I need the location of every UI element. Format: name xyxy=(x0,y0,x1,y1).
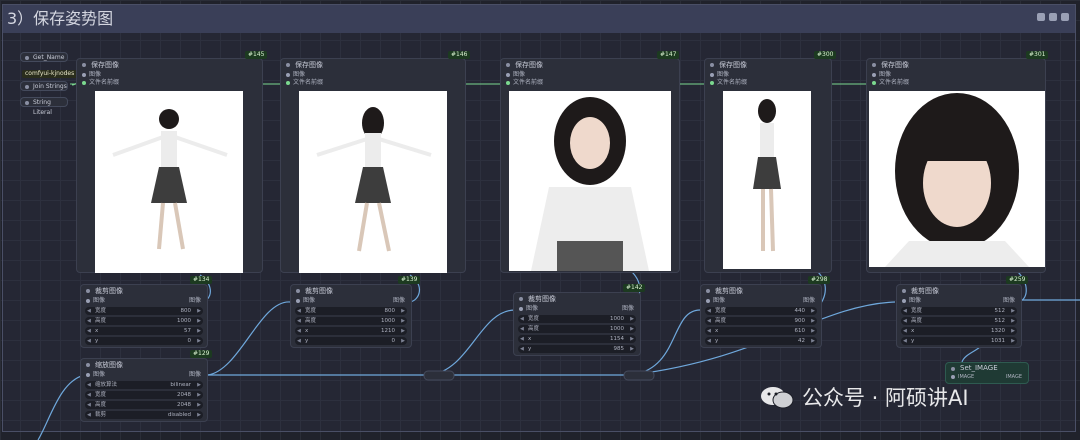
crop-image-node-4[interactable]: 裁剪图像 图像图像 宽度440 高度900 x610 y42 xyxy=(700,284,822,348)
image-wire xyxy=(37,374,86,440)
node-id-badge: #142 xyxy=(623,284,646,292)
image-port[interactable]: 图像 图像 xyxy=(81,297,207,305)
height-widget[interactable]: 高度2048 xyxy=(85,401,203,409)
node-id-badge: #300 xyxy=(814,51,837,59)
upscale-image-node[interactable]: 缩放图像 图像图像 缩放算法bilinear 宽度2048 高度2048 裁剪d… xyxy=(80,358,208,422)
node-id-badge: #298 xyxy=(808,276,831,284)
method-widget[interactable]: 缩放算法bilinear xyxy=(85,381,203,389)
image-port[interactable]: 图像 图像 xyxy=(291,297,411,305)
node-title: 裁剪图像 xyxy=(514,293,640,305)
image-input-port[interactable]: 图像 xyxy=(867,71,1045,79)
node-id-badge: #259 xyxy=(1006,276,1029,284)
node-title: 裁剪图像 xyxy=(701,285,821,297)
reroute-node xyxy=(623,370,655,381)
x-widget[interactable]: x1154 xyxy=(518,335,636,343)
node-title: 保存图像 xyxy=(77,59,262,71)
node-id-badge: #129 xyxy=(190,350,213,358)
filename-input-port[interactable]: 文件名前缀 xyxy=(77,79,262,87)
preview-image-half-body xyxy=(509,91,671,271)
figure-a-pose-front xyxy=(112,109,228,250)
node-title: 保存图像 xyxy=(867,59,1045,71)
image-port[interactable]: 图像 图像 xyxy=(81,371,207,379)
watermark-text: 公众号 · 阿硕讲AI xyxy=(802,386,969,410)
get-name-node[interactable]: Get_Name xyxy=(20,52,68,62)
y-widget[interactable]: y0 xyxy=(295,337,407,345)
node-title: 裁剪图像 xyxy=(81,285,207,297)
node-title: 裁剪图像 xyxy=(291,285,411,297)
node-title: 保存图像 xyxy=(281,59,465,71)
height-widget[interactable]: 高度900 xyxy=(705,317,817,325)
image-input-port[interactable]: 图像 xyxy=(281,71,465,79)
node-id-badge: #134 xyxy=(190,276,213,284)
save-image-node-4[interactable]: 保存图像 图像 文件名前缀 xyxy=(704,58,832,273)
x-widget[interactable]: x1210 xyxy=(295,327,407,335)
node-title: 裁剪图像 xyxy=(897,285,1021,297)
y-widget[interactable]: y0 xyxy=(85,337,203,345)
height-widget[interactable]: 高度1000 xyxy=(85,317,203,325)
y-widget[interactable]: y985 xyxy=(518,345,636,353)
node-id-badge: #145 xyxy=(245,51,268,59)
node-title: Set_IMAGE xyxy=(946,363,1028,373)
figure-portrait xyxy=(885,93,1029,267)
image-port[interactable]: 图像 图像 xyxy=(514,305,640,313)
image-input-port[interactable]: 图像 xyxy=(705,71,831,79)
wechat-icon xyxy=(760,385,794,409)
string-literal-node[interactable]: String Literal xyxy=(20,97,68,116)
watermark: 公众号 · 阿硕讲AI xyxy=(760,382,969,412)
crop-image-node-3[interactable]: 裁剪图像 图像图像 宽度1000 高度1000 x1154 y985 xyxy=(513,292,641,356)
node-id-badge: #147 xyxy=(657,51,680,59)
image-port[interactable]: IMAGE IMAGE xyxy=(946,373,1028,381)
filename-input-port[interactable]: 文件名前缀 xyxy=(705,79,831,87)
join-strings-node[interactable]: Join Strings xyxy=(20,81,68,91)
preview-image-a-pose-front xyxy=(95,91,243,273)
image-wire xyxy=(207,301,291,376)
save-image-node-1[interactable]: 保存图像 图像 文件名前缀 xyxy=(76,58,263,273)
filename-input-port[interactable]: 文件名前缀 xyxy=(281,79,465,87)
image-port[interactable]: 图像 图像 xyxy=(897,297,1021,305)
x-widget[interactable]: x57 xyxy=(85,327,203,335)
figure-a-pose-back xyxy=(316,107,432,252)
x-widget[interactable]: x1320 xyxy=(901,327,1017,335)
x-widget[interactable]: x610 xyxy=(705,327,817,335)
preview-image-a-pose-back xyxy=(299,91,447,273)
crop-image-node-5[interactable]: 裁剪图像 图像图像 宽度512 高度512 x1320 y1031 xyxy=(896,284,1022,348)
crop-widget[interactable]: 裁剪disabled xyxy=(85,411,203,419)
crop-image-node-1[interactable]: 裁剪图像 图像图像 宽度800 高度1000 x57 y0 xyxy=(80,284,208,348)
width-widget[interactable]: 宽度800 xyxy=(295,307,407,315)
y-widget[interactable]: y42 xyxy=(705,337,817,345)
width-widget[interactable]: 宽度800 xyxy=(85,307,203,315)
height-widget[interactable]: 高度1000 xyxy=(295,317,407,325)
node-title: 保存图像 xyxy=(705,59,831,71)
node-id-badge: #146 xyxy=(448,51,471,59)
figure-full-body xyxy=(753,99,781,252)
save-image-node-5[interactable]: 保存图像 图像 文件名前缀 xyxy=(866,58,1046,273)
y-widget[interactable]: y1031 xyxy=(901,337,1017,345)
crop-image-node-2[interactable]: 裁剪图像 图像图像 宽度800 高度1000 x1210 y0 xyxy=(290,284,412,348)
save-image-node-2[interactable]: 保存图像 图像 文件名前缀 xyxy=(280,58,466,273)
height-widget[interactable]: 高度512 xyxy=(901,317,1017,325)
image-wire xyxy=(429,309,516,376)
image-port[interactable]: 图像 图像 xyxy=(701,297,821,305)
height-widget[interactable]: 高度1000 xyxy=(518,325,636,333)
width-widget[interactable]: 宽度2048 xyxy=(85,391,203,399)
image-input-port[interactable]: 图像 xyxy=(77,71,262,79)
reroute-node xyxy=(423,370,455,381)
width-widget[interactable]: 宽度440 xyxy=(705,307,817,315)
set-image-node[interactable]: Set_IMAGE IMAGE IMAGE xyxy=(945,362,1029,384)
figure-half-body xyxy=(531,97,649,271)
preview-image-full-body xyxy=(723,91,811,269)
node-title: 缩放图像 xyxy=(81,359,207,371)
width-widget[interactable]: 宽度512 xyxy=(901,307,1017,315)
preview-image-portrait xyxy=(869,91,1045,267)
save-image-node-3[interactable]: 保存图像 图像 文件名前缀 xyxy=(500,58,680,273)
node-id-badge: #301 xyxy=(1026,51,1049,59)
kjnodes-tag: comfyui-kjnodes xyxy=(22,70,78,78)
filename-input-port[interactable]: 文件名前缀 xyxy=(867,79,1045,87)
node-id-badge: #139 xyxy=(398,276,421,284)
node-title: 保存图像 xyxy=(501,59,679,71)
width-widget[interactable]: 宽度1000 xyxy=(518,315,636,323)
image-input-port[interactable]: 图像 xyxy=(501,71,679,79)
filename-input-port[interactable]: 文件名前缀 xyxy=(501,79,679,87)
